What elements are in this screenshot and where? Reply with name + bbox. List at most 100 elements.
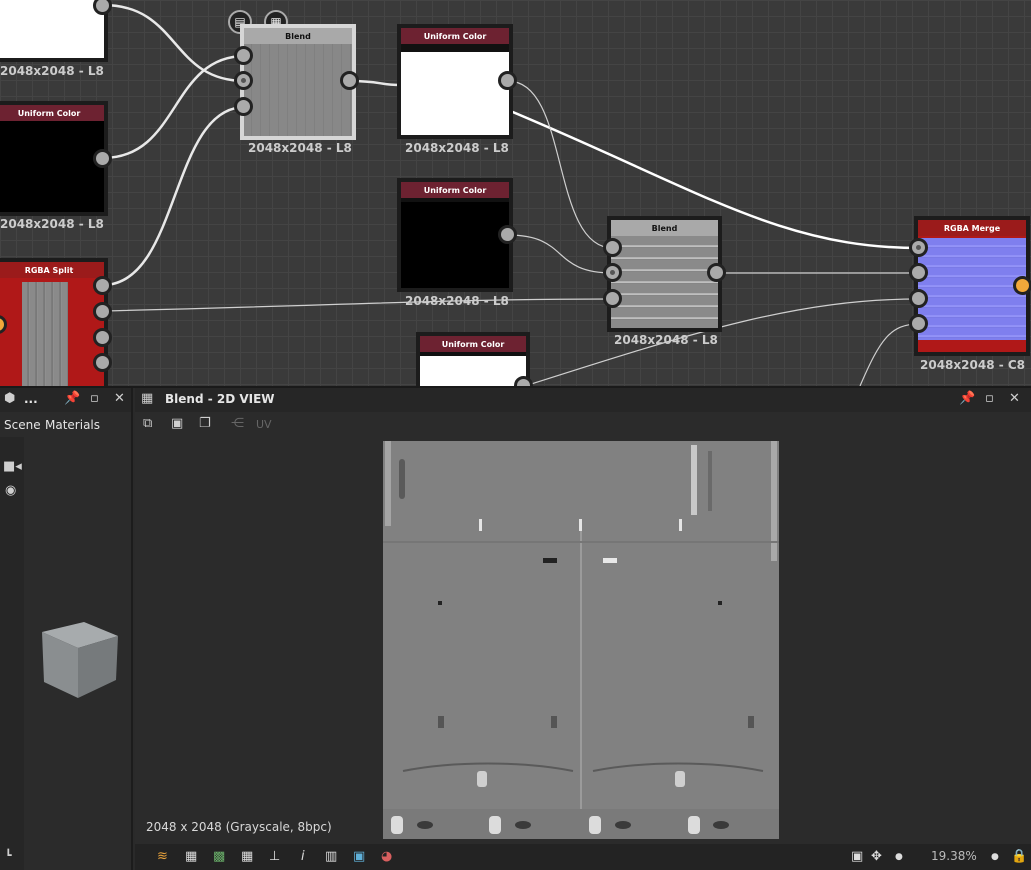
input-port-mask[interactable] xyxy=(234,97,253,116)
output-port[interactable] xyxy=(707,263,726,282)
side-toolbar: ■◂ ◉ ┗ xyxy=(0,437,24,870)
color-wheel-icon[interactable]: ◕ xyxy=(381,849,392,864)
node-thumbnail xyxy=(918,236,1026,352)
node-caption: 2048x2048 - L8 xyxy=(0,64,104,78)
node-caption: 2048x2048 - L8 xyxy=(405,141,509,155)
node-title: Uniform Color xyxy=(401,28,509,44)
menu-materials[interactable]: Materials xyxy=(45,418,100,432)
output-port-r[interactable] xyxy=(93,276,112,295)
output-port[interactable] xyxy=(498,71,517,90)
output-port-b[interactable] xyxy=(93,328,112,347)
zoom-in-icon[interactable]: ● xyxy=(991,852,999,862)
node-uniform-color-left[interactable]: Uniform Color xyxy=(0,101,108,216)
copy-icon[interactable]: ❐ xyxy=(199,416,211,431)
pin-icon[interactable]: 📌 xyxy=(64,391,80,406)
input-port-g[interactable] xyxy=(909,263,928,282)
panel-title: ... xyxy=(24,392,38,406)
image-info: 2048 x 2048 (Grayscale, 8bpc) xyxy=(146,820,332,834)
uv-toggle[interactable]: UV xyxy=(256,418,272,431)
output-port[interactable] xyxy=(340,71,359,90)
light-icon[interactable]: ◉ xyxy=(5,483,16,498)
wire xyxy=(102,3,246,83)
close-icon[interactable]: ✕ xyxy=(1009,391,1020,406)
node-title: Uniform Color xyxy=(401,182,509,198)
thumbnail-texture xyxy=(918,238,1026,340)
info-icon[interactable]: i xyxy=(301,849,305,864)
texture-detail xyxy=(383,441,779,839)
input-port-background[interactable] xyxy=(603,263,622,282)
node-uniform-color-white[interactable]: Uniform Color xyxy=(397,24,513,139)
camera-icon[interactable]: ■◂ xyxy=(3,459,22,474)
node-thumbnail xyxy=(420,356,526,386)
node-thumbnail xyxy=(401,202,509,288)
cube-icon: ⬢ xyxy=(4,391,16,406)
node-caption: 2048x2048 - L8 xyxy=(248,141,352,155)
input-port-a[interactable] xyxy=(909,314,928,333)
panel-header: ⬢ ... 📌 ▫ ✕ xyxy=(0,388,131,412)
wire xyxy=(102,54,246,160)
checker-icon: ▦ xyxy=(141,391,154,406)
node-title: Uniform Color xyxy=(420,336,526,352)
zoom-out-icon[interactable]: ● xyxy=(895,852,903,862)
input-port-mask[interactable] xyxy=(603,289,622,308)
input-port-foreground[interactable] xyxy=(603,238,622,257)
view-toolbar: ⧉ ▣ ❐ ⋲ UV xyxy=(135,413,1031,437)
checker-icon[interactable]: ▦ xyxy=(185,849,197,864)
maximize-icon[interactable]: ▫ xyxy=(985,391,994,406)
status-bar: ≋ ▦ ▩ ▦ ⊥ i ▥ ▣ ◕ ▣ ✥ ● 19.38% ● 🔒 xyxy=(135,844,1031,870)
output-port-g[interactable] xyxy=(93,302,112,321)
node-thumbnail xyxy=(244,44,352,136)
output-port[interactable] xyxy=(1013,276,1031,295)
pan-icon[interactable]: ✥ xyxy=(871,849,882,864)
menu-scene[interactable]: Scene xyxy=(4,418,41,432)
close-icon[interactable]: ✕ xyxy=(114,391,125,406)
node-title: RGBA Split xyxy=(0,262,104,278)
maximize-icon[interactable]: ▫ xyxy=(90,391,99,406)
node-white-top-left[interactable] xyxy=(0,0,108,62)
display-icon[interactable]: ▣ xyxy=(353,849,365,864)
share-icon[interactable]: ⋲ xyxy=(231,416,244,431)
input-port-b[interactable] xyxy=(909,289,928,308)
export-icon[interactable]: ⧉ xyxy=(143,416,152,431)
layers-icon[interactable]: ≋ xyxy=(157,849,168,864)
output-port-a[interactable] xyxy=(93,353,112,372)
3d-view-panel: ⬢ ... 📌 ▫ ✕ Scene Materials ■◂ ◉ ┗ xyxy=(0,388,133,870)
lock-icon[interactable]: 🔒 xyxy=(1011,849,1027,864)
node-blend-mid[interactable]: Blend xyxy=(607,216,722,332)
texture-preview[interactable] xyxy=(383,441,779,839)
thumbnail-texture xyxy=(22,282,68,386)
input-port-foreground[interactable] xyxy=(234,46,253,65)
wire xyxy=(102,298,614,312)
node-uniform-color-bottom[interactable]: Uniform Color xyxy=(416,332,530,386)
node-blend-top[interactable]: Blend xyxy=(240,24,356,140)
transform-icon[interactable]: ⊥ xyxy=(269,849,280,864)
node-thumbnail xyxy=(0,121,104,212)
wire xyxy=(507,80,614,249)
node-thumbnail xyxy=(611,236,718,328)
node-thumbnail xyxy=(0,0,104,58)
wire xyxy=(524,298,920,386)
input-port-r[interactable] xyxy=(909,238,928,257)
node-graph[interactable]: 2048x2048 - L8 Uniform Color 2048x2048 -… xyxy=(0,0,1031,386)
color-channels-icon[interactable]: ▩ xyxy=(213,849,225,864)
node-rgba-split[interactable]: RGBA Split xyxy=(0,258,108,386)
node-title: Blend xyxy=(611,220,718,236)
node-caption: 2048x2048 - L8 xyxy=(0,217,104,231)
input-port-background[interactable] xyxy=(234,71,253,90)
wire xyxy=(102,105,246,287)
grid-icon[interactable]: ▦ xyxy=(241,849,253,864)
cube-preview xyxy=(42,622,118,698)
output-port[interactable] xyxy=(93,149,112,168)
node-thumbnail xyxy=(401,52,509,135)
fit-icon[interactable]: ▣ xyxy=(851,849,863,864)
save-icon[interactable]: ▣ xyxy=(171,416,183,431)
output-port[interactable] xyxy=(498,225,517,244)
node-uniform-color-black[interactable]: Uniform Color xyxy=(397,178,513,292)
node-title: Uniform Color xyxy=(0,105,104,121)
pin-icon[interactable]: 📌 xyxy=(959,391,975,406)
zoom-level[interactable]: 19.38% xyxy=(931,849,977,863)
histogram-icon[interactable]: ▥ xyxy=(325,849,337,864)
hierarchy-icon[interactable]: ┗ xyxy=(5,849,12,862)
node-caption: 2048x2048 - L8 xyxy=(614,333,718,347)
node-caption: 2048x2048 - L8 xyxy=(405,294,509,308)
